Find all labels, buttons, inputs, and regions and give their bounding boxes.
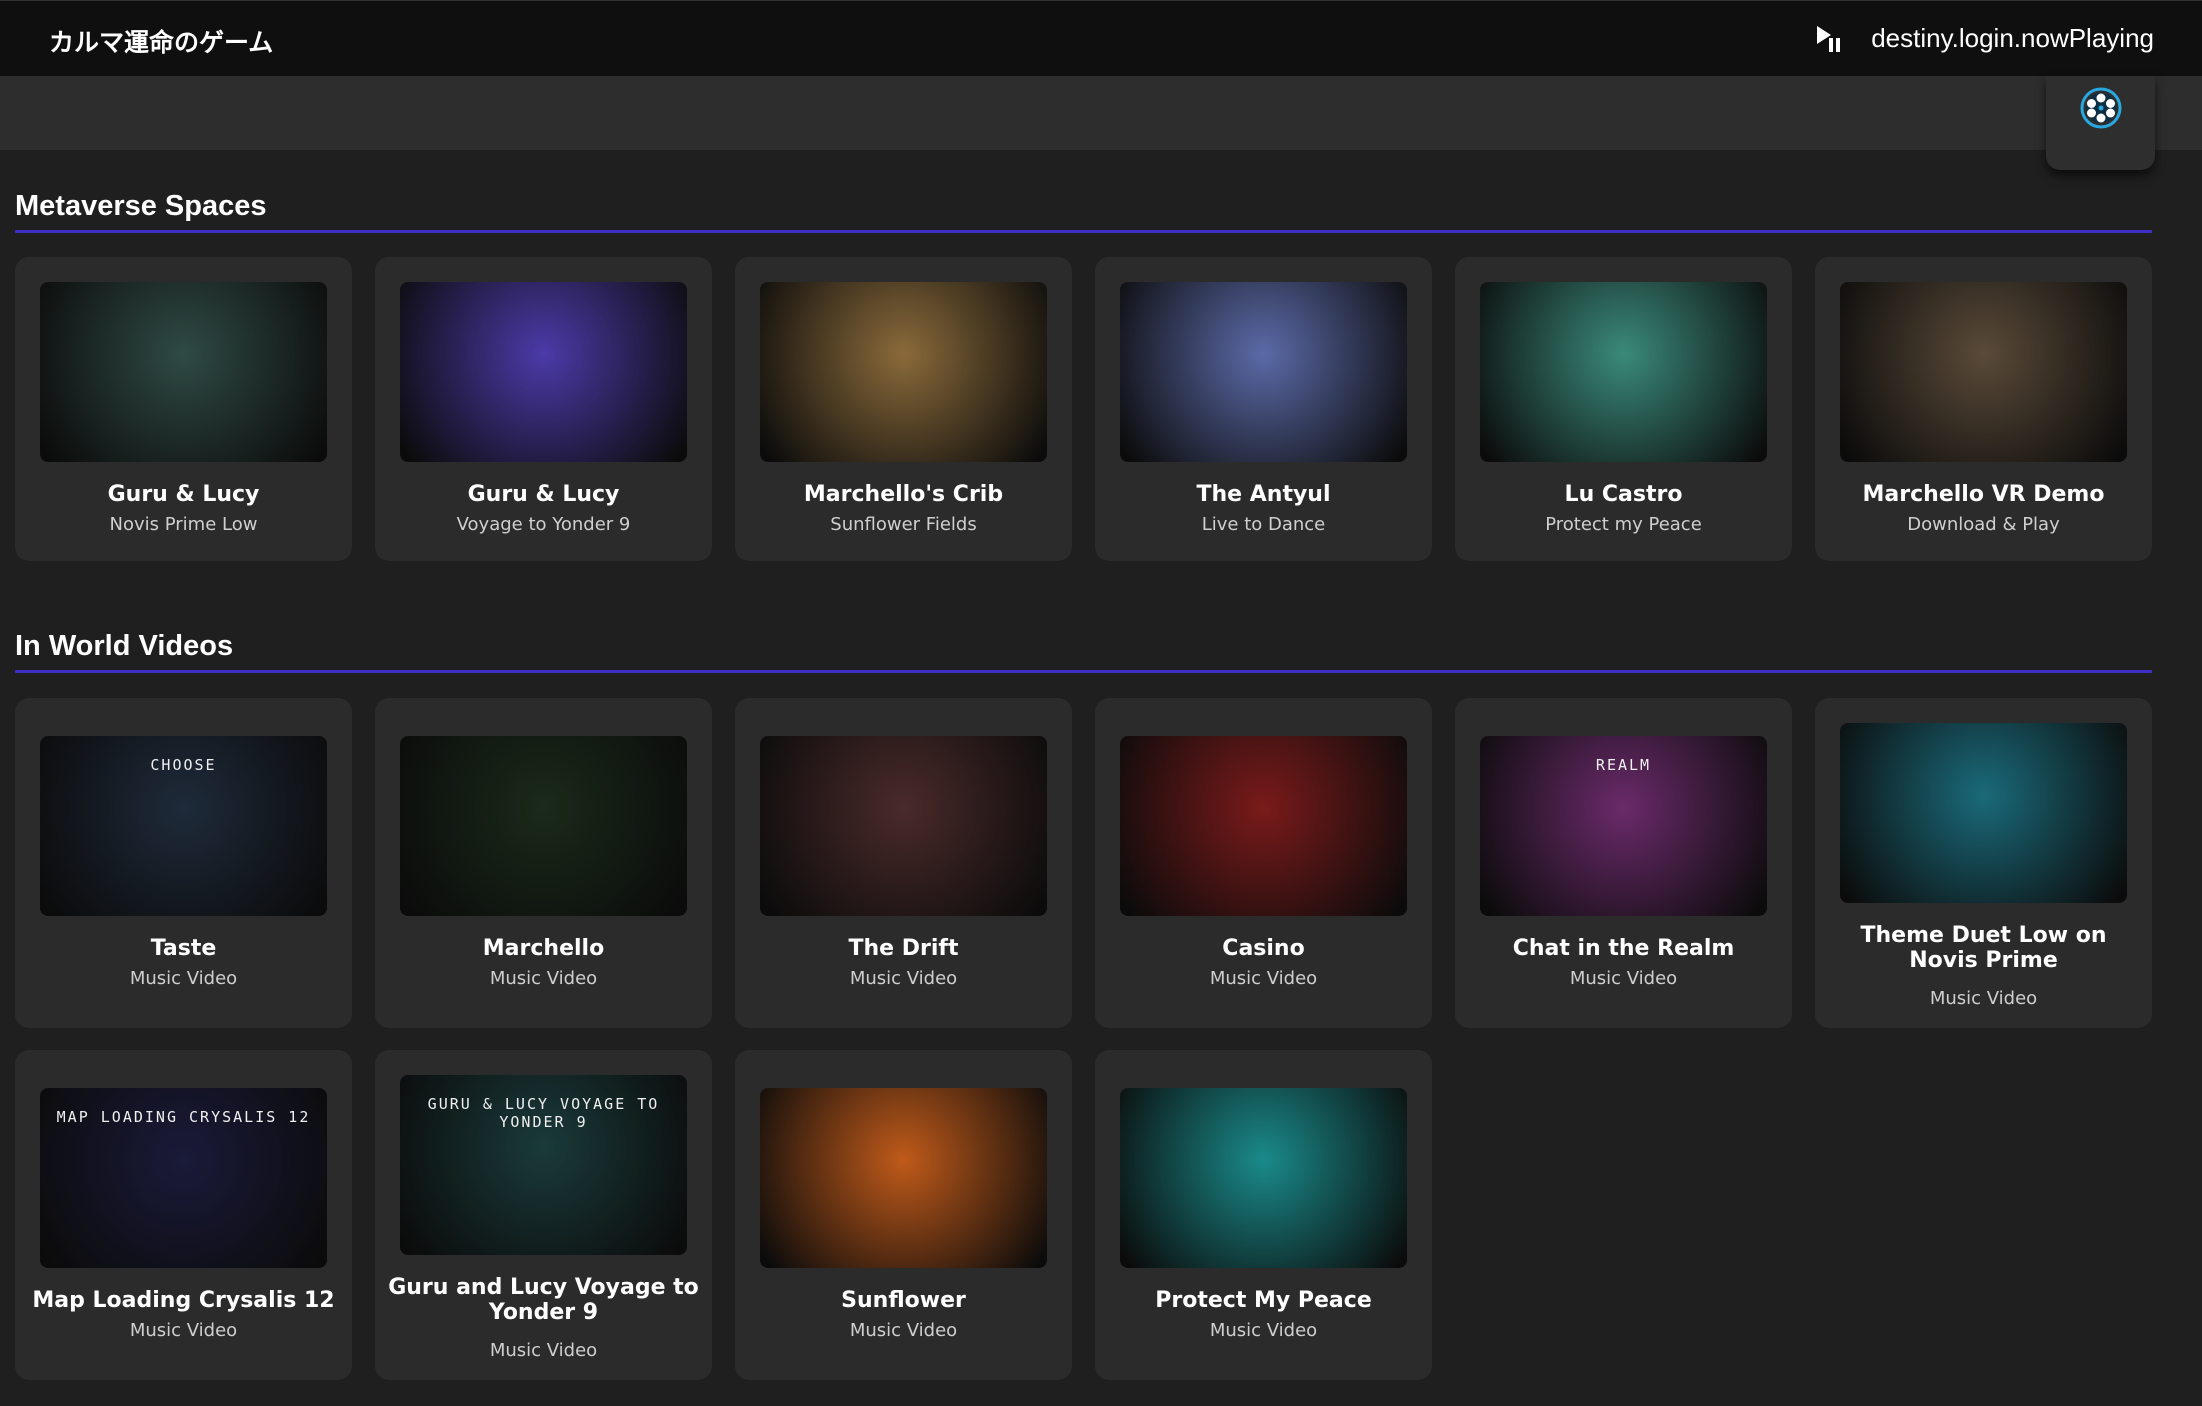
card-subtitle: Music Video: [1209, 968, 1318, 989]
hub-button[interactable]: [2046, 76, 2155, 170]
card-thumbnail[interactable]: [1120, 282, 1407, 462]
content-card[interactable]: Marchello VR Demo Download & Play: [1815, 257, 2152, 561]
sub-bar: [0, 76, 2202, 150]
content-card[interactable]: Sunflower Music Video: [735, 1050, 1072, 1380]
card-subtitle: Music Video: [129, 1320, 238, 1341]
card-thumbnail[interactable]: [760, 1088, 1047, 1268]
content-card[interactable]: Guru & Lucy Novis Prime Low: [15, 257, 352, 561]
card-title: Lu Castro: [1564, 482, 1683, 507]
card-subtitle: Music Video: [1929, 988, 2038, 1009]
card-title: Taste: [150, 936, 217, 961]
card-title: The Drift: [848, 936, 959, 961]
card-subtitle: Voyage to Yonder 9: [456, 514, 631, 535]
card-title: Sunflower: [841, 1288, 966, 1313]
card-title: Guru and Lucy Voyage to Yonder 9: [388, 1275, 699, 1325]
card-thumbnail[interactable]: MAP LOADING CRYSALIS 12: [40, 1088, 327, 1268]
card-title: The Antyul: [1196, 482, 1331, 507]
content-card[interactable]: REALM Chat in the Realm Music Video: [1455, 698, 1792, 1028]
card-title: Chat in the Realm: [1512, 936, 1735, 961]
card-title: Map Loading Crysalis 12: [32, 1288, 335, 1313]
content-card[interactable]: Theme Duet Low on Novis Prime Music Video: [1815, 698, 2152, 1028]
card-thumbnail[interactable]: [400, 736, 687, 916]
card-subtitle: Protect my Peace: [1545, 514, 1702, 535]
section-title-metaverse: Metaverse Spaces: [15, 190, 267, 222]
content-card[interactable]: Marchello's Crib Sunflower Fields: [735, 257, 1072, 561]
card-subtitle: Music Video: [489, 968, 598, 989]
card-subtitle: Music Video: [849, 968, 958, 989]
card-subtitle: Download & Play: [1907, 514, 2060, 535]
brand-title[interactable]: カルマ運命のゲーム: [49, 23, 273, 59]
section-divider: [15, 230, 2152, 233]
card-thumbnail[interactable]: GURU & LUCY VOYAGE TO YONDER 9: [400, 1075, 687, 1255]
card-subtitle: Music Video: [129, 968, 238, 989]
card-subtitle: Live to Dance: [1201, 514, 1326, 535]
card-title: Marchello: [482, 936, 605, 961]
film-reel-icon: [2080, 87, 2121, 129]
card-thumbnail[interactable]: [1120, 736, 1407, 916]
card-thumbnail[interactable]: [40, 282, 327, 462]
content-card[interactable]: Lu Castro Protect my Peace: [1455, 257, 1792, 561]
card-title: Protect My Peace: [1155, 1288, 1372, 1313]
content-card[interactable]: Marchello Music Video: [375, 698, 712, 1028]
thumbnail-overlay-text: REALM: [1595, 756, 1652, 774]
card-title: Marchello VR Demo: [1862, 482, 2105, 507]
card-title: Guru & Lucy: [467, 482, 620, 507]
card-thumbnail[interactable]: CHOOSE: [40, 736, 327, 916]
now-playing[interactable]: destiny.login.nowPlaying: [1815, 23, 2154, 54]
card-title: Guru & Lucy: [107, 482, 260, 507]
play-pause-icon[interactable]: [1815, 24, 1843, 54]
card-subtitle: Music Video: [1569, 968, 1678, 989]
now-playing-label[interactable]: destiny.login.nowPlaying: [1871, 23, 2154, 54]
content-card[interactable]: The Antyul Live to Dance: [1095, 257, 1432, 561]
card-subtitle: Music Video: [1209, 1320, 1318, 1341]
card-thumbnail[interactable]: [1480, 282, 1767, 462]
content-card[interactable]: Protect My Peace Music Video: [1095, 1050, 1432, 1380]
card-thumbnail[interactable]: [1120, 1088, 1407, 1268]
card-thumbnail[interactable]: [760, 282, 1047, 462]
card-subtitle: Music Video: [489, 1340, 598, 1361]
card-thumbnail[interactable]: [1840, 282, 2127, 462]
card-title: Theme Duet Low on Novis Prime: [1860, 923, 2107, 973]
section-title-videos: In World Videos: [15, 630, 234, 662]
content-card[interactable]: GURU & LUCY VOYAGE TO YONDER 9 Guru and L…: [375, 1050, 712, 1380]
content-card[interactable]: CHOOSE Taste Music Video: [15, 698, 352, 1028]
card-thumbnail[interactable]: [760, 736, 1047, 916]
content-card[interactable]: Guru & Lucy Voyage to Yonder 9: [375, 257, 712, 561]
section-divider: [15, 670, 2152, 673]
thumbnail-overlay-text: MAP LOADING CRYSALIS 12: [56, 1108, 311, 1126]
card-subtitle: Novis Prime Low: [109, 514, 258, 535]
thumbnail-overlay-text: CHOOSE: [150, 756, 217, 774]
top-bar: カルマ運命のゲーム destiny.login.nowPlaying: [0, 0, 2202, 76]
card-thumbnail[interactable]: [1840, 723, 2127, 903]
card-subtitle: Music Video: [849, 1320, 958, 1341]
card-thumbnail[interactable]: [400, 282, 687, 462]
card-thumbnail[interactable]: REALM: [1480, 736, 1767, 916]
card-subtitle: Sunflower Fields: [830, 514, 977, 535]
content-card[interactable]: The Drift Music Video: [735, 698, 1072, 1028]
content-card[interactable]: MAP LOADING CRYSALIS 12 Map Loading Crysa…: [15, 1050, 352, 1380]
thumbnail-overlay-text: GURU & LUCY VOYAGE TO YONDER 9: [427, 1095, 660, 1131]
card-title: Casino: [1222, 936, 1305, 961]
content-card[interactable]: Casino Music Video: [1095, 698, 1432, 1028]
card-title: Marchello's Crib: [803, 482, 1004, 507]
